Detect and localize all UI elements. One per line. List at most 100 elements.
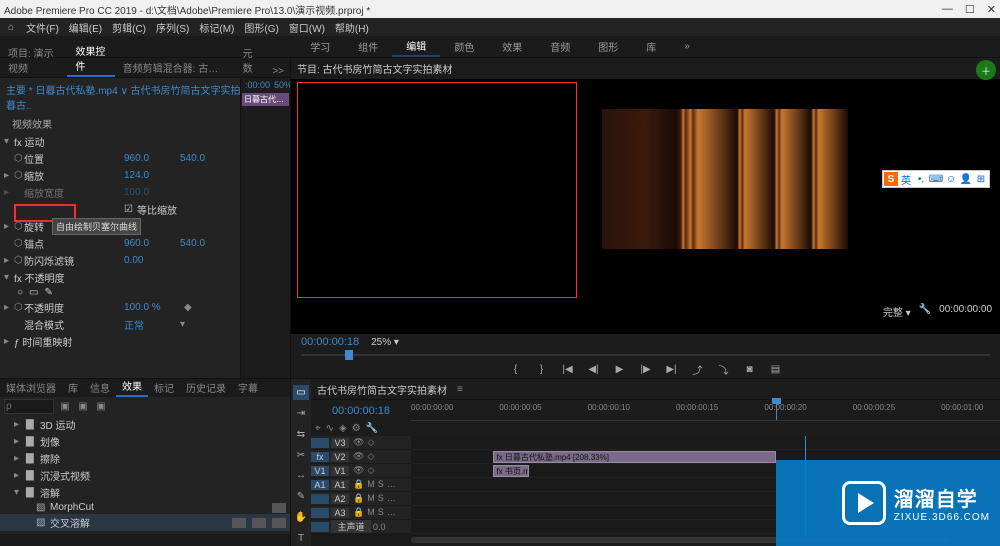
workspace-libraries[interactable]: 库 [632,36,670,57]
effects-folder[interactable]: ▸▇划像 [0,433,290,450]
tab-project[interactable]: 项目: 演示视频 [0,43,67,77]
tab-media-browser[interactable]: 媒体浏览器 [0,378,62,397]
menu-window[interactable]: 窗口(W) [285,20,329,35]
timeline-ruler[interactable]: 00:00:00:0000:00:00:0500:00:00:1000:00:0… [411,400,1000,421]
pen-tool[interactable]: ✎ [293,489,309,504]
ime-keyboard-icon[interactable]: ⌨ [929,172,943,186]
timeline-settings-icon[interactable]: ⚙ [352,423,361,434]
add-marker-icon[interactable]: ◈ [339,423,347,434]
pen-mask-icon[interactable]: ✎ [45,287,53,298]
effects-tree[interactable]: ▸▇3D 运动▸▇划像▸▇擦除▸▇沉浸式视频▾▇溶解▧MorphCut▧交叉溶解… [0,416,290,534]
tab-libraries[interactable]: 库 [62,378,84,397]
effects-folder[interactable]: ▸▇擦除 [0,450,290,467]
snap-icon[interactable]: ⌖ [315,423,321,434]
ime-punct-icon[interactable]: •, [914,172,928,186]
ime-brand-icon[interactable]: S [884,172,898,186]
ime-login-icon[interactable]: 👤 [959,172,973,186]
close-button[interactable]: ✕ [987,3,996,16]
tab-markers[interactable]: 标记 [148,378,180,397]
ime-toolbar[interactable]: S 英 •, ⌨ ☺ 👤 ⊞ [882,170,990,188]
go-to-in-button[interactable]: |◀ [560,362,576,376]
timeline-timecode[interactable]: 00:00:00:18 [311,400,411,421]
menu-edit[interactable]: 编辑(E) [65,20,106,35]
ime-lang[interactable]: 英 [899,172,913,186]
tab-effects[interactable]: 效果 [116,376,148,397]
effects-folder[interactable]: ▾▇溶解 [0,484,290,501]
workspace-editing[interactable]: 编辑 [392,36,440,57]
wrench-icon[interactable]: 🔧 [366,423,378,434]
twirl-icon[interactable]: ▾ [4,272,14,283]
go-to-out-button[interactable]: ▶| [664,362,680,376]
program-timecode[interactable]: 00:00:00:18 [301,336,359,348]
workspace-assembly[interactable]: 组件 [344,36,392,57]
mark-out-button[interactable]: } [534,362,550,376]
step-fwd-button[interactable]: |▶ [638,362,654,376]
mark-in-button[interactable]: { [508,362,524,376]
add-button[interactable]: ＋ [976,60,996,80]
settings-icon[interactable]: 🔧 [919,304,931,319]
tab-history[interactable]: 历史记录 [180,378,232,397]
twirl-icon[interactable]: ▾ [4,136,14,147]
track-v1-header[interactable]: V1V1👁◇ [311,464,411,478]
clip-bounds-overlay[interactable] [297,82,577,298]
twirl-icon[interactable]: ▸ [14,470,26,481]
tab-effect-controls[interactable]: 效果控件 [67,41,114,77]
effects-search-input[interactable] [4,399,54,414]
rect-mask-icon[interactable]: ▭ [29,287,38,298]
tab-info[interactable]: 信息 [84,378,116,397]
minimize-button[interactable]: ― [942,3,953,15]
export-frame-button[interactable]: ◙ [742,362,758,376]
program-monitor[interactable] [291,79,1000,334]
twirl-icon[interactable]: ▸ [4,336,14,347]
filter-32bit-icon[interactable]: ▣ [76,401,90,412]
ellipse-mask-icon[interactable]: ○ [17,287,23,298]
keyframe-diamond-icon[interactable]: ◆ [184,302,194,313]
twirl-icon[interactable]: ▸ [14,436,26,447]
menu-file[interactable]: 文件(F) [22,20,63,35]
selection-tool[interactable]: ▭ [293,385,309,400]
filter-yuv-icon[interactable]: ▣ [94,401,108,412]
ripple-edit-tool[interactable]: ⇆ [293,427,309,442]
track-a2-header[interactable]: A2🔒MS… [311,492,411,506]
workspace-color[interactable]: 颜色 [440,36,488,57]
effects-folder[interactable]: ▸▇3D 运动 [0,416,290,433]
twirl-icon[interactable]: ▾ [14,487,26,498]
tab-metadata[interactable]: 元数 [235,43,267,77]
ime-emoji-icon[interactable]: ☺ [944,172,958,186]
program-zoom[interactable]: 25% ▾ [371,337,399,348]
twirl-icon[interactable]: ▸ [14,419,26,430]
track-v3-header[interactable]: V3👁◇ [311,436,411,450]
effects-item[interactable]: ▧MorphCut [0,501,290,514]
workspace-effects[interactable]: 效果 [488,36,536,57]
checkbox-uniform[interactable]: ☑ [124,204,133,215]
razor-tool[interactable]: ✂ [293,448,309,463]
linked-selection-icon[interactable]: ∿ [326,423,334,434]
tab-captions[interactable]: 字幕 [232,378,264,397]
menu-marker[interactable]: 标记(M) [195,20,238,35]
step-back-button[interactable]: ◀| [586,362,602,376]
menu-help[interactable]: 帮助(H) [331,20,373,35]
safe-margins-button[interactable]: ▤ [768,362,784,376]
track-select-tool[interactable]: ⇥ [293,406,309,421]
sequence-name[interactable]: 古代书房竹简古文字实拍素材 [317,382,447,397]
panel-overflow[interactable]: >> [266,66,290,77]
workspace-audio[interactable]: 音频 [536,36,584,57]
filter-accelerated-icon[interactable]: ▣ [58,401,72,412]
playhead-icon[interactable] [345,350,353,360]
effects-folder[interactable]: ▸▇沉浸式视频 [0,467,290,484]
menu-sequence[interactable]: 序列(S) [152,20,193,35]
hand-tool[interactable]: ✋ [293,510,309,525]
track-v2-header[interactable]: fxV2👁◇ [311,450,411,464]
ime-toolbox-icon[interactable]: ⊞ [974,172,988,186]
menu-graphics[interactable]: 图形(G) [240,20,282,35]
workspace-learn[interactable]: 学习 [296,36,344,57]
play-button[interactable]: ▶ [612,362,628,376]
twirl-icon[interactable]: ▸ [14,453,26,464]
workspace-graphics[interactable]: 图形 [584,36,632,57]
slip-tool[interactable]: ↔ [293,469,309,484]
ec-mini-timeline[interactable]: :00:00 50% 日暮古代私塾.mp4 [240,78,290,378]
program-scrubber[interactable] [301,350,990,360]
track-a1-header[interactable]: A1A1🔒MS… [311,478,411,492]
extract-button[interactable]: ⤵ [716,362,732,376]
tab-audio-mixer[interactable]: 音频剪辑混合器: 古代书房竹简古文字实拍素材 [115,58,235,77]
